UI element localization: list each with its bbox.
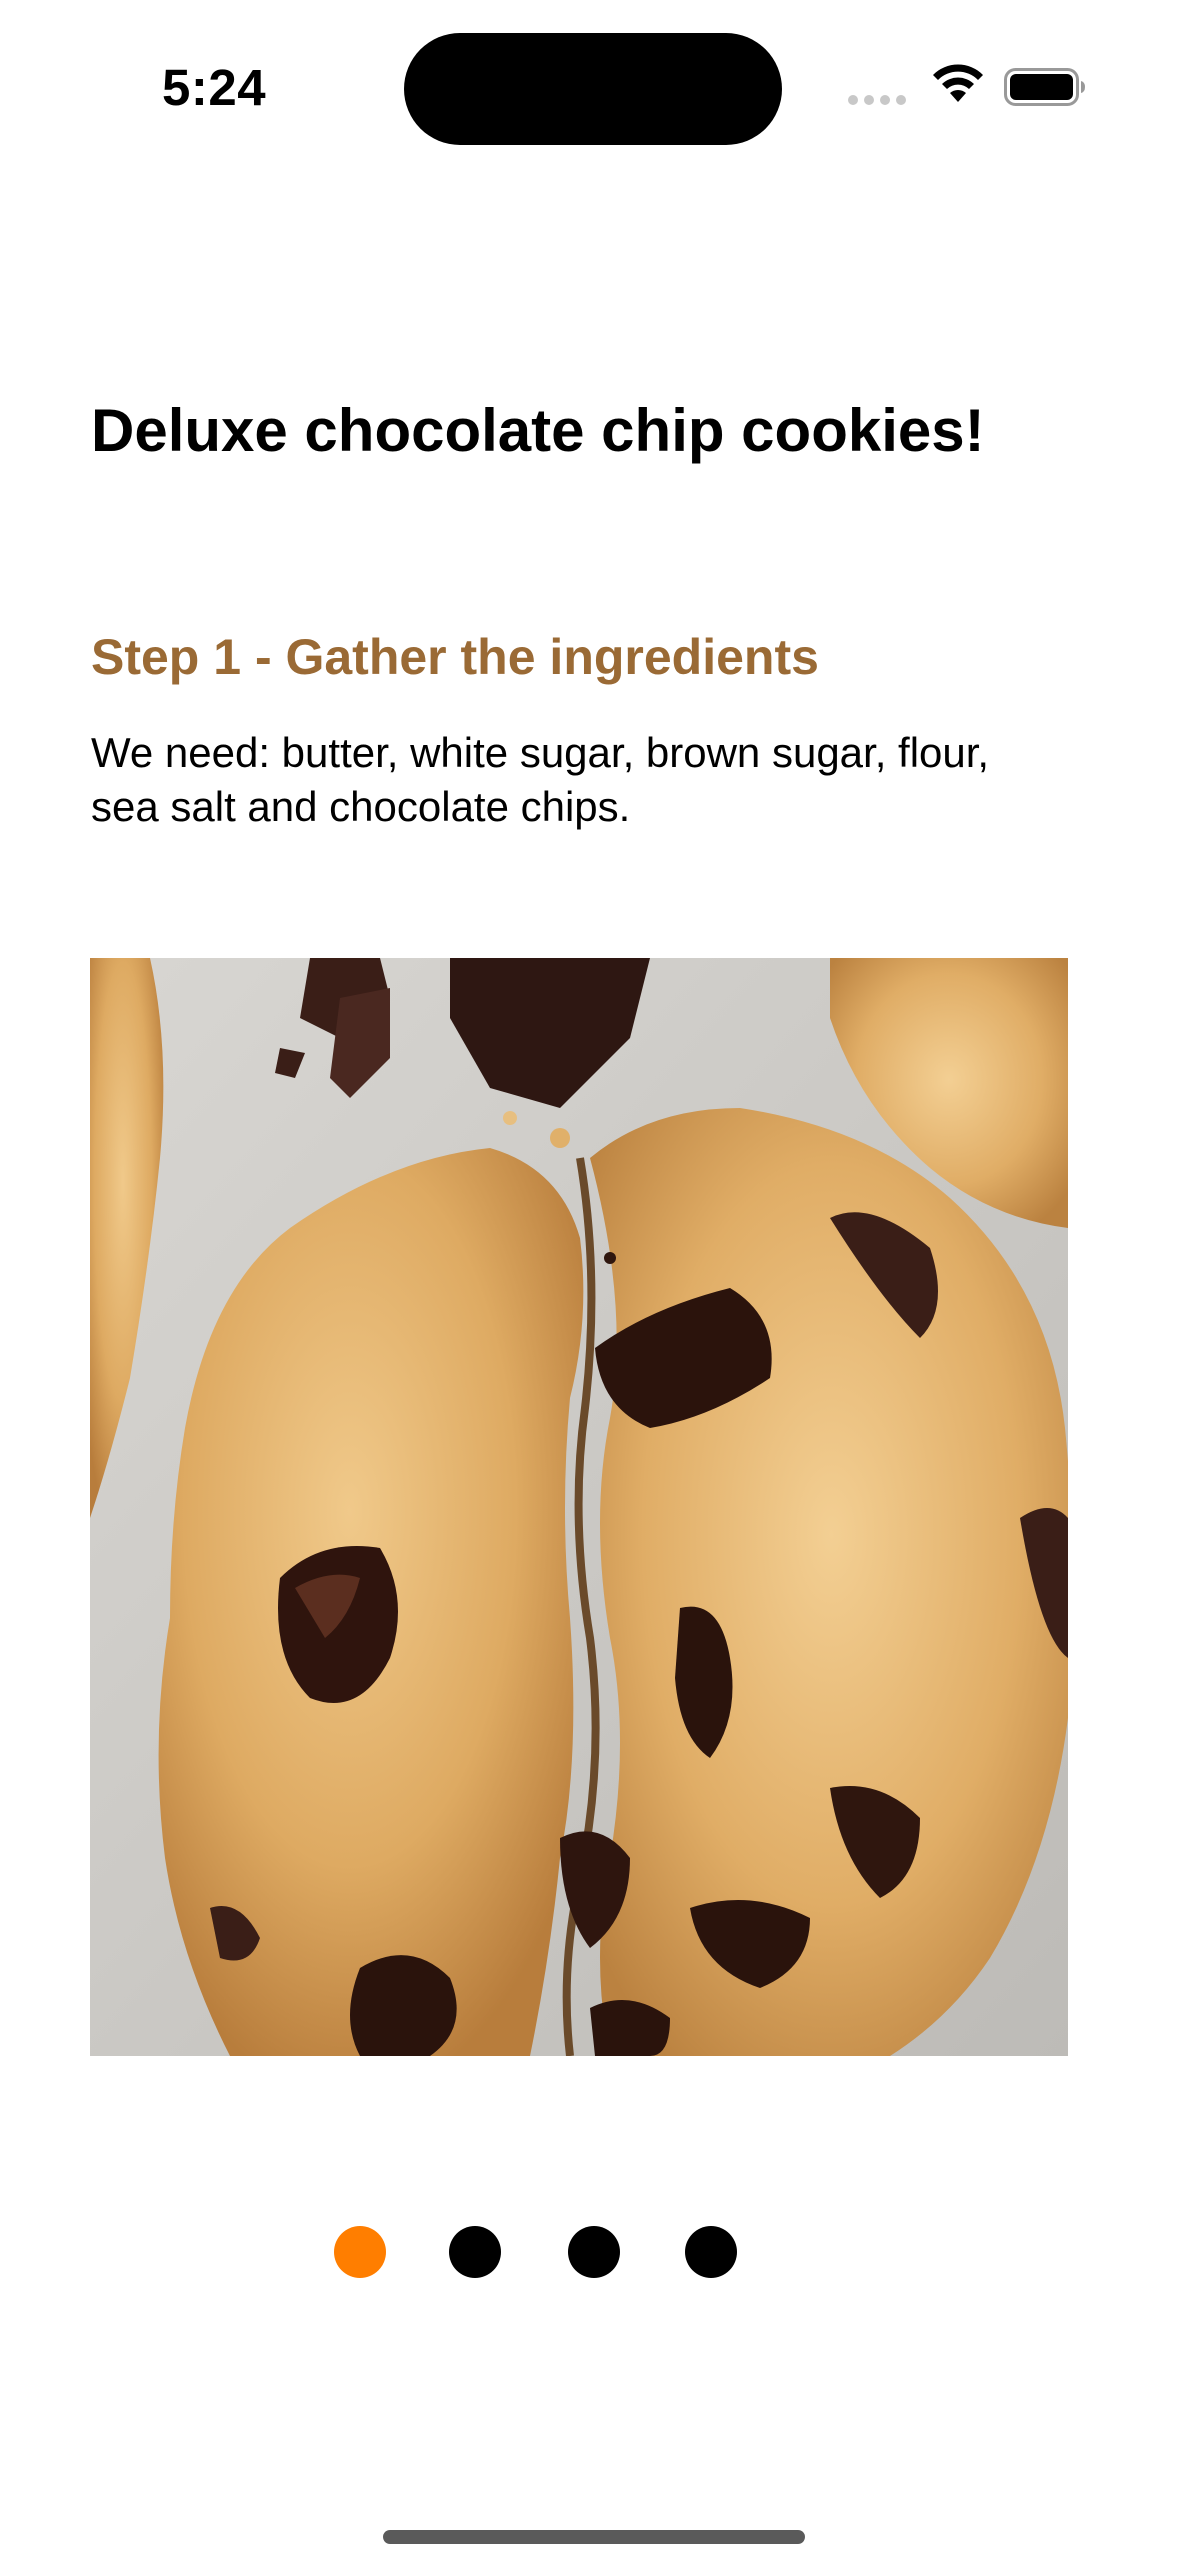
page-dot-3[interactable] [568, 2226, 620, 2278]
step-title: Step 1 - Gather the ingredients [91, 629, 819, 685]
step-description: We need: butter, white sugar, brown suga… [91, 726, 1069, 846]
cellular-signal-icon [848, 95, 906, 105]
page-indicator [0, 2226, 1179, 2280]
home-indicator[interactable] [383, 2530, 805, 2544]
page-dot-4[interactable] [685, 2226, 737, 2278]
status-time: 5:24 [162, 59, 267, 116]
step-image [90, 958, 1068, 2056]
battery-icon [1004, 68, 1085, 106]
page-dot-1[interactable] [334, 2226, 386, 2278]
step-description-line-1: We need: butter, white sugar, brown suga… [91, 729, 990, 776]
page-dot-2[interactable] [449, 2226, 501, 2278]
cookie-photo [90, 958, 1068, 2056]
dynamic-island [404, 33, 782, 145]
page-title: Deluxe chocolate chip cookies! [91, 397, 985, 464]
step-description-line-2: sea salt and chocolate chips. [91, 783, 631, 830]
wifi-icon [933, 64, 983, 102]
recipe-screen: 5:24 Deluxe chocolate chip cookies! Step… [0, 0, 1179, 2556]
